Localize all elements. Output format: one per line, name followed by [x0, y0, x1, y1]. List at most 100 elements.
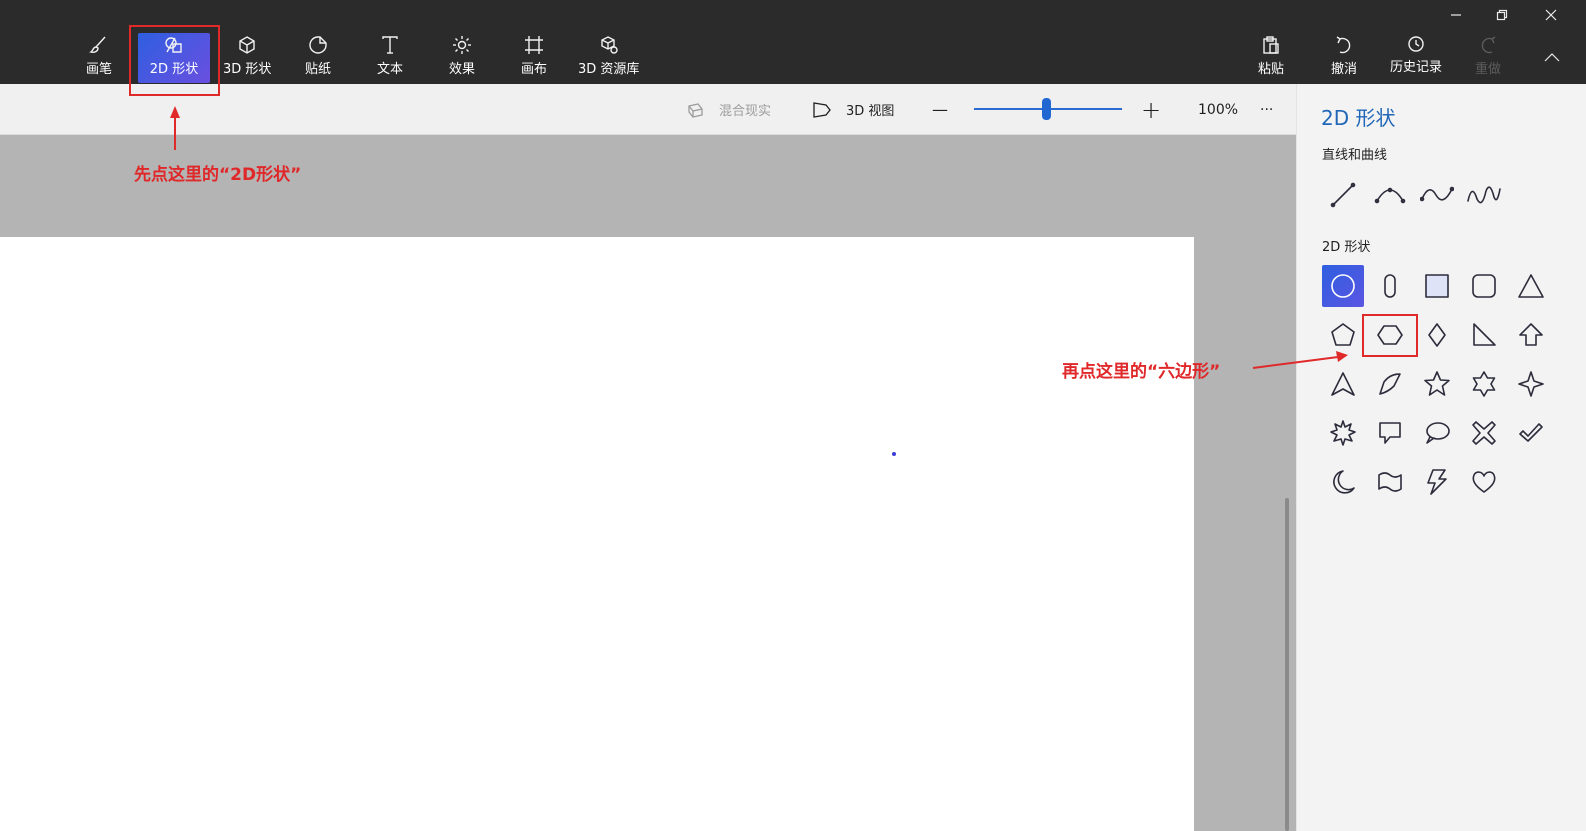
annotation-step-2: 再点这里的“六边形”	[1062, 362, 1221, 382]
paint3d-window: 画笔 2D 形状 3D 形状 贴纸 文本 效果 画布 3D 资源库 粘贴 撤消 …	[0, 0, 1586, 831]
heart-icon	[1472, 471, 1496, 493]
star-five-icon	[1424, 371, 1450, 396]
view-3d-button[interactable]: 3D 视图	[812, 84, 894, 135]
star-four-icon	[1518, 371, 1544, 397]
star-four-tool[interactable]	[1510, 363, 1552, 405]
zoom-out-button[interactable]: —	[932, 84, 948, 135]
tool-label: 重做	[1475, 62, 1502, 77]
x-mark-tool[interactable]	[1463, 412, 1505, 454]
tool-label: 效果	[449, 62, 476, 77]
two-point-curve-icon	[1420, 186, 1454, 202]
drawing-canvas[interactable]	[0, 237, 1194, 831]
zoom-in-button[interactable]: +	[1141, 84, 1161, 135]
thought-bubble-tool[interactable]	[1416, 412, 1458, 454]
curve-tool[interactable]	[1369, 174, 1411, 216]
canvas-dot	[892, 452, 896, 456]
star-five-tool[interactable]	[1416, 363, 1458, 405]
tool-undo[interactable]: 撤消	[1331, 34, 1357, 82]
cube-icon	[237, 34, 257, 56]
circle-icon	[1331, 274, 1355, 298]
text-icon	[380, 34, 400, 56]
burst-tool[interactable]	[1322, 412, 1364, 454]
sticker-icon	[308, 34, 328, 56]
star-six-tool[interactable]	[1463, 363, 1505, 405]
tool-label: 贴纸	[305, 62, 332, 77]
triangle-icon	[1518, 274, 1544, 298]
tool-label: 画笔	[86, 62, 113, 77]
tool-redo[interactable]: 重做	[1475, 34, 1501, 82]
annotation-step-1: 先点这里的“2D形状”	[134, 165, 302, 185]
tool-canvas[interactable]: 画布	[521, 34, 547, 82]
mixed-reality-button[interactable]: 混合现实	[685, 84, 771, 135]
triangle-tool[interactable]	[1510, 265, 1552, 307]
shapes-section-label: 2D 形状	[1322, 240, 1371, 255]
zoom-minus-label: —	[932, 100, 948, 119]
undo-icon	[1334, 34, 1354, 56]
banner-icon	[1378, 472, 1402, 492]
speech-bubble-icon	[1379, 422, 1401, 444]
moon-icon	[1333, 470, 1355, 494]
thought-bubble-icon	[1426, 422, 1450, 444]
square-tool[interactable]	[1416, 265, 1458, 307]
banner-tool[interactable]	[1369, 461, 1411, 503]
history-icon	[1406, 34, 1426, 54]
arrowhead-icon	[1331, 372, 1355, 396]
chevron-up-icon[interactable]	[1536, 46, 1568, 68]
tool-label: 撤消	[1331, 62, 1358, 77]
tool-label: 历史记录	[1390, 60, 1443, 75]
tool-3d-library[interactable]: 3D 资源库	[578, 34, 639, 82]
arrowhead-tool[interactable]	[1322, 363, 1364, 405]
right-triangle-tool[interactable]	[1463, 314, 1505, 356]
crop-icon	[524, 34, 544, 56]
rounded-square-tool[interactable]	[1463, 265, 1505, 307]
tool-effects[interactable]: 效果	[449, 34, 475, 82]
tool-sticker[interactable]: 贴纸	[305, 34, 331, 82]
mixed-reality-icon	[688, 102, 703, 118]
redo-icon	[1478, 34, 1498, 56]
tool-paste[interactable]: 粘贴	[1258, 34, 1284, 82]
lines-section-label: 直线和曲线	[1322, 148, 1388, 163]
pentagon-tool[interactable]	[1322, 314, 1364, 356]
quarter-circle-tool[interactable]	[1369, 363, 1411, 405]
two-point-curve-tool[interactable]	[1416, 174, 1458, 216]
mixed-reality-label: 混合现实	[719, 104, 772, 119]
speech-bubble-tool[interactable]	[1369, 412, 1411, 454]
capsule-tool[interactable]	[1369, 265, 1411, 307]
right-triangle-icon	[1473, 323, 1496, 346]
quarter-circle-icon	[1379, 373, 1401, 395]
restore-icon[interactable]	[1486, 4, 1518, 26]
arrow-up-tool[interactable]	[1510, 314, 1552, 356]
tool-history[interactable]: 历史记录	[1390, 34, 1442, 82]
three-point-curve-icon	[1467, 186, 1501, 204]
tool-2d-shapes[interactable]: 2D 形状	[138, 33, 210, 83]
three-point-curve-tool[interactable]	[1463, 174, 1505, 216]
check-mark-icon	[1519, 423, 1543, 442]
more-icon: ···	[1260, 101, 1274, 118]
zoom-slider-thumb[interactable]	[1042, 98, 1051, 120]
lightning-tool[interactable]	[1416, 461, 1458, 503]
brush-icon	[89, 34, 109, 56]
circle-tool[interactable]	[1322, 265, 1364, 307]
close-icon[interactable]	[1535, 4, 1567, 26]
square-icon	[1425, 274, 1449, 298]
hexagon-tool[interactable]	[1369, 314, 1411, 356]
hexagon-icon	[1377, 325, 1403, 345]
tool-brush[interactable]: 画笔	[86, 34, 112, 82]
shapes-2d-icon	[163, 34, 185, 56]
diamond-icon	[1428, 323, 1446, 347]
moon-tool[interactable]	[1322, 461, 1364, 503]
diamond-tool[interactable]	[1416, 314, 1458, 356]
tool-text[interactable]: 文本	[377, 34, 403, 82]
x-mark-icon	[1472, 421, 1496, 445]
rounded-square-icon	[1472, 274, 1496, 298]
tool-label: 文本	[377, 62, 404, 77]
line-tool[interactable]	[1322, 174, 1364, 216]
minimize-icon[interactable]	[1440, 4, 1472, 26]
tool-label: 3D 形状	[223, 62, 272, 77]
tool-3d-shapes[interactable]: 3D 形状	[223, 34, 271, 82]
heart-tool[interactable]	[1463, 461, 1505, 503]
check-mark-tool[interactable]	[1510, 412, 1552, 454]
burst-icon	[1330, 420, 1356, 446]
more-button[interactable]: ···	[1260, 84, 1273, 135]
vertical-scrollbar[interactable]	[1285, 498, 1289, 831]
